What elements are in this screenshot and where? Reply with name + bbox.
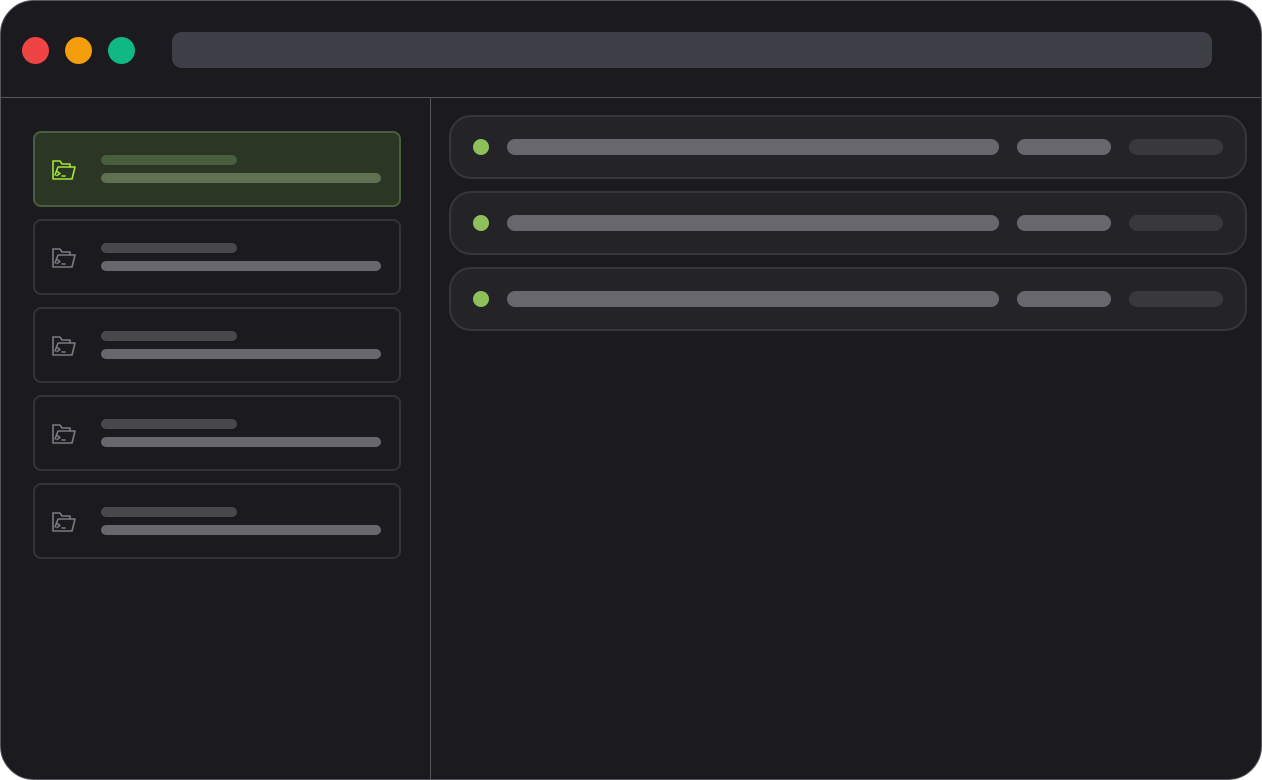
sidebar-item-subtitle [101, 261, 381, 271]
list-item-label [507, 215, 999, 231]
sidebar-item-title [101, 507, 237, 517]
sidebar [33, 131, 401, 571]
sidebar-item[interactable] [33, 483, 401, 559]
list-item[interactable] [449, 191, 1247, 255]
folder-terminal-icon [51, 333, 77, 359]
folder-terminal-icon [51, 421, 77, 447]
folder-terminal-icon [51, 509, 77, 535]
address-bar[interactable] [172, 32, 1212, 68]
sidebar-item-subtitle [101, 437, 381, 447]
sidebar-item-title [101, 155, 237, 165]
list-item-extra [1129, 215, 1223, 231]
sidebar-item[interactable] [33, 307, 401, 383]
list-item-label [507, 291, 999, 307]
pane-divider[interactable] [430, 98, 431, 779]
status-indicator [473, 139, 489, 155]
maximize-window-button[interactable] [108, 37, 135, 64]
list-item[interactable] [449, 115, 1247, 179]
sidebar-item-title [101, 419, 237, 429]
sidebar-item[interactable] [33, 395, 401, 471]
status-indicator [473, 215, 489, 231]
list-item-extra [1129, 291, 1223, 307]
list-item-meta [1017, 291, 1111, 307]
minimize-window-button[interactable] [65, 37, 92, 64]
sidebar-item[interactable] [33, 219, 401, 295]
sidebar-item-subtitle [101, 525, 381, 535]
close-window-button[interactable] [22, 37, 49, 64]
status-indicator [473, 291, 489, 307]
list-item-extra [1129, 139, 1223, 155]
sidebar-item-title [101, 331, 237, 341]
sidebar-item-subtitle [101, 349, 381, 359]
sidebar-item-subtitle [101, 173, 381, 183]
folder-terminal-icon [51, 245, 77, 271]
title-bar [1, 1, 1261, 98]
sidebar-item-title [101, 243, 237, 253]
folder-terminal-icon [51, 157, 77, 183]
main-list [449, 115, 1247, 343]
list-item-meta [1017, 139, 1111, 155]
app-window [0, 0, 1262, 780]
list-item-meta [1017, 215, 1111, 231]
list-item-label [507, 139, 999, 155]
sidebar-item[interactable] [33, 131, 401, 207]
list-item[interactable] [449, 267, 1247, 331]
